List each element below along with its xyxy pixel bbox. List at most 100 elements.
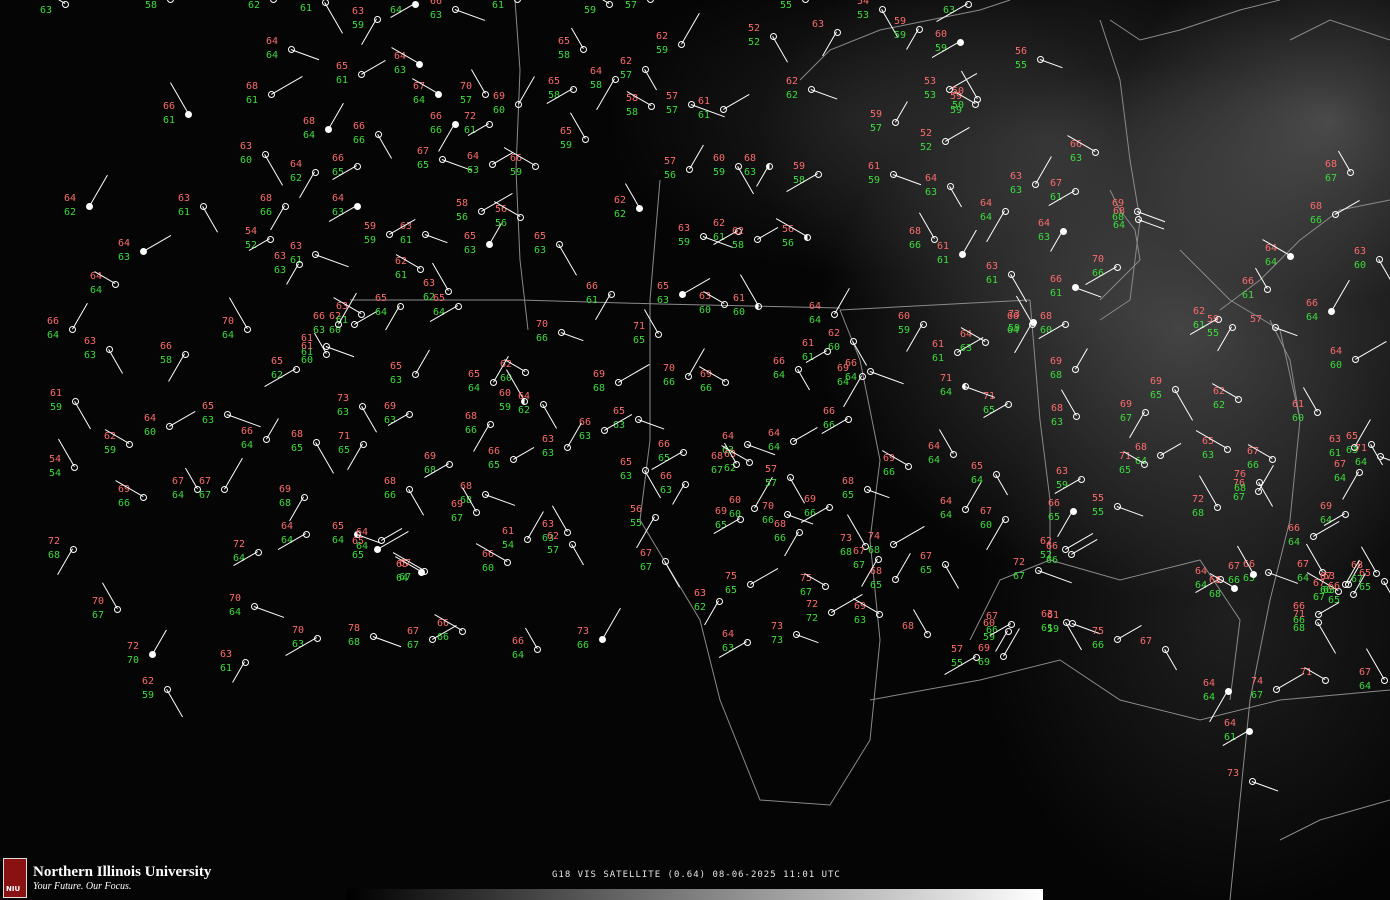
temperature-label: 69 [715, 506, 728, 517]
temperature-label: 61 [502, 526, 515, 537]
temperature-label: 62 [547, 531, 560, 542]
temperature-label: 67 [920, 551, 933, 562]
temperature-label: 66 [430, 0, 443, 7]
dewpoint-label: 64 [332, 535, 345, 546]
dewpoint-label: 60 [1292, 413, 1305, 424]
dewpoint-label: 67 [1325, 173, 1338, 184]
temperature-label: 64 [281, 521, 294, 532]
dewpoint-label: 61 [932, 353, 945, 364]
dewpoint-label: 63 [1051, 417, 1064, 428]
dewpoint-label: 58 [558, 50, 571, 61]
temperature-label: 66 [1048, 498, 1061, 509]
temperature-label: 72 [1192, 494, 1205, 505]
dewpoint-label: 59 [898, 325, 911, 336]
temperature-label: 70 [92, 596, 105, 607]
dewpoint-label: 64 [229, 607, 242, 618]
temperature-label: 76 [1234, 469, 1247, 480]
dewpoint-label: 72 [806, 613, 819, 624]
temperature-label: 72 [127, 641, 140, 652]
dewpoint-label: 61 [1242, 290, 1255, 301]
dewpoint-label: 65 [633, 335, 646, 346]
dewpoint-label: 62 [786, 90, 799, 101]
dewpoint-label: 66 [1092, 640, 1105, 651]
dewpoint-label: 57 [460, 95, 473, 106]
temperature-label: 78 [348, 623, 361, 634]
temperature-label: 72 [233, 539, 246, 550]
temperature-label: 67 [1050, 178, 1063, 189]
temperature-label: 59 [364, 221, 377, 232]
temperature-label: 67 [407, 626, 420, 637]
temperature-label: 67 [1228, 561, 1241, 572]
temperature-label: 63 [240, 141, 253, 152]
dewpoint-label: 64 [47, 330, 60, 341]
dewpoint-label: 67 [451, 513, 464, 524]
dewpoint-label: 65 [920, 565, 933, 576]
temperature-label: 64 [940, 496, 953, 507]
state-boundary-line [1179, 249, 1301, 421]
dewpoint-label: 55 [780, 0, 793, 11]
satellite-map: 63 63 58 62 61 63 59 64 66 63 61 59 57 55 54 53 59 59 66 63… [0, 0, 1390, 900]
temperature-label: 68 [711, 451, 724, 462]
temperature-label: 64 [809, 301, 822, 312]
dewpoint-label: 64 [413, 95, 426, 106]
temperature-label: 65 [971, 461, 984, 472]
temperature-label: 64 [332, 193, 345, 204]
dewpoint-label: 64 [1288, 537, 1301, 548]
dewpoint-label: 61 [163, 115, 176, 126]
temperature-label: 65 [620, 457, 633, 468]
dewpoint-label: 60 [482, 563, 495, 574]
dewpoint-label: 55 [1015, 60, 1028, 71]
dewpoint-label: 68 [348, 637, 361, 648]
dewpoint-label: 60 [733, 307, 746, 318]
temperature-label: 69 [1320, 501, 1333, 512]
dewpoint-label: 63 [464, 245, 477, 256]
dewpoint-label: 67 [1251, 690, 1264, 701]
temperature-label: 63 [274, 251, 287, 262]
dewpoint-label: 58 [732, 240, 745, 251]
state-boundary-line [514, 0, 529, 331]
dewpoint-label: 64 [1355, 457, 1368, 468]
temperature-label: 61 [733, 293, 746, 304]
coastline [1109, 0, 1281, 41]
temperature-label: 66 [658, 439, 671, 450]
dewpoint-label: 64 [980, 212, 993, 223]
dewpoint-label: 59 [584, 5, 597, 16]
dewpoint-label: 64 [809, 315, 822, 326]
dewpoint-label: 57 [547, 545, 560, 556]
state-boundary-line [1279, 799, 1390, 841]
dewpoint-label: 59 [678, 237, 691, 248]
dewpoint-label: 60 [301, 355, 314, 366]
temperature-label: 66 [1007, 311, 1020, 322]
dewpoint-label: 64 [375, 307, 388, 318]
dewpoint-label: 66 [437, 632, 450, 643]
temperature-label: 66 [1050, 274, 1063, 285]
dewpoint-label: 50 [952, 100, 965, 111]
dewpoint-label: 65 [291, 443, 304, 454]
temperature-label: 64 [768, 428, 781, 439]
dewpoint-label: 63 [1010, 185, 1023, 196]
dewpoint-label: 60 [699, 305, 712, 316]
dewpoint-label: 59 [352, 20, 365, 31]
dewpoint-label: 65 [1048, 512, 1061, 523]
temperature-label: 57 [765, 464, 778, 475]
temperature-label: 69 [1050, 356, 1063, 367]
temperature-label: 63 [542, 434, 555, 445]
temperature-label: 52 [748, 23, 761, 34]
dewpoint-label: 66 [1310, 215, 1323, 226]
dewpoint-label: 64 [1334, 473, 1347, 484]
temperature-label: 64 [467, 151, 480, 162]
temperature-label: 60 [898, 311, 911, 322]
dewpoint-label: 66 [1046, 555, 1059, 566]
temperature-label: 62 [614, 195, 627, 206]
dewpoint-label: 62 [694, 602, 707, 613]
dewpoint-label: 68 [1050, 370, 1063, 381]
temperature-label: 60 [499, 388, 512, 399]
dewpoint-label: 65 [417, 160, 430, 171]
dewpoint-label: 64 [1203, 692, 1216, 703]
dewpoint-label: 53 [857, 10, 870, 21]
temperature-label: 62 [1193, 306, 1206, 317]
dewpoint-label: 55 [1207, 328, 1220, 339]
temperature-label: 62 [828, 328, 841, 339]
dewpoint-label: 68 [1112, 212, 1125, 223]
dewpoint-label: 66 [700, 383, 713, 394]
